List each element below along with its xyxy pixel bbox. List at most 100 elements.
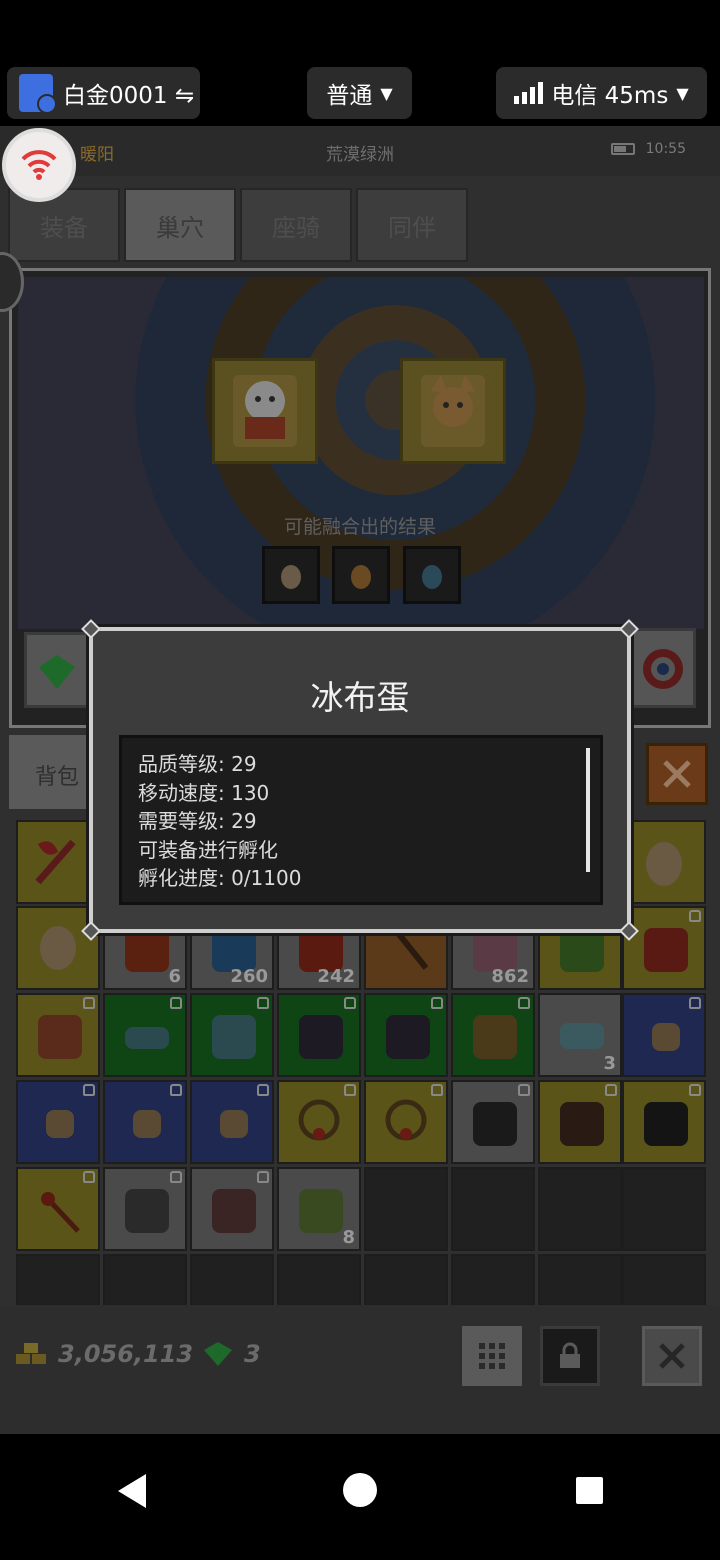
- inventory-slot[interactable]: [103, 993, 187, 1077]
- axe-icon: [35, 839, 76, 885]
- network-label: 电信 45ms: [551, 83, 669, 109]
- snowman-pet-icon: [233, 375, 297, 447]
- inventory-slot[interactable]: [16, 906, 100, 990]
- item-quantity: 8: [342, 1227, 355, 1248]
- result-slot-1[interactable]: [262, 546, 320, 604]
- inventory-slot[interactable]: [277, 993, 361, 1077]
- mode-label: 普通: [326, 83, 373, 109]
- item-stats-box[interactable]: 品质等级: 29 移动速度: 130 需要等级: 29 可装备进行孵化 孵化进度…: [119, 735, 603, 905]
- inventory-slot[interactable]: [622, 1167, 706, 1251]
- inventory-slot[interactable]: [364, 1254, 448, 1306]
- refresh-icon: [643, 649, 683, 689]
- ore-icon: [212, 1189, 256, 1233]
- lock-icon: [257, 1084, 269, 1096]
- back-icon[interactable]: [118, 1474, 146, 1508]
- inventory-slot[interactable]: [190, 1167, 274, 1251]
- inventory-slot[interactable]: [451, 1254, 535, 1306]
- glove-icon: [386, 1015, 430, 1059]
- home-icon[interactable]: [343, 1473, 377, 1507]
- item-detail-dialog: 冰布蛋 品质等级: 29 移动速度: 130 需要等级: 29 可装备进行孵化 …: [81, 619, 639, 941]
- inventory-slot[interactable]: [622, 820, 706, 904]
- dragon-pet-icon: [644, 928, 688, 972]
- inventory-slot[interactable]: [622, 993, 706, 1077]
- lock-icon: [344, 997, 356, 1009]
- inventory-slot[interactable]: [538, 1167, 622, 1251]
- account-label: 白金0001 ⇋: [63, 83, 195, 109]
- item-quantity: 260: [230, 966, 268, 987]
- feather-icon: [125, 928, 169, 972]
- inventory-slot[interactable]: [622, 1254, 706, 1306]
- inventory-slot[interactable]: [16, 1254, 100, 1306]
- lock-icon: [431, 1084, 443, 1096]
- lock-icon: [560, 1342, 580, 1368]
- gem-icon: [204, 1342, 232, 1366]
- result-slot-2[interactable]: [332, 546, 390, 604]
- battery-icon: [611, 143, 635, 155]
- wifi-float-button[interactable]: [2, 128, 76, 202]
- android-nav-bar: [0, 1434, 720, 1560]
- lock-icon: [257, 1171, 269, 1183]
- fusion-slot-left[interactable]: [212, 358, 318, 464]
- tab-mount[interactable]: 座骑: [240, 188, 352, 262]
- inventory-slot[interactable]: [16, 820, 100, 904]
- inventory-slot[interactable]: [622, 906, 706, 990]
- scroll-icon: [220, 1110, 248, 1138]
- chevron-down-icon: ▼: [380, 83, 393, 103]
- inventory-slot[interactable]: [538, 1080, 622, 1164]
- lock-button[interactable]: [540, 1326, 600, 1386]
- lock-icon: [518, 1084, 530, 1096]
- item-quantity: 6: [168, 966, 181, 987]
- inventory-slot[interactable]: [16, 1080, 100, 1164]
- goggles-icon: [125, 1027, 169, 1049]
- tab-nest[interactable]: 巢穴: [124, 188, 236, 262]
- tab-backpack[interactable]: 背包: [9, 735, 99, 809]
- inventory-slot[interactable]: [364, 1080, 448, 1164]
- egg-icon: [40, 926, 76, 970]
- recent-apps-icon[interactable]: [576, 1477, 603, 1504]
- account-icon: [19, 74, 57, 114]
- refresh-button[interactable]: [630, 628, 696, 708]
- item-quantity: 242: [317, 966, 355, 987]
- dialog-scrollbar[interactable]: [586, 748, 590, 872]
- inventory-slot[interactable]: [190, 993, 274, 1077]
- inventory-slot[interactable]: [277, 1080, 361, 1164]
- inventory-slot[interactable]: 8: [277, 1167, 361, 1251]
- inventory-slot[interactable]: [451, 1080, 535, 1164]
- inventory-slot[interactable]: [451, 1167, 535, 1251]
- scroll-icon: [652, 1023, 680, 1051]
- backpack-close-button[interactable]: [646, 743, 708, 805]
- gold-amount: 3,056,113: [58, 1340, 194, 1368]
- inventory-slot[interactable]: [451, 993, 535, 1077]
- inventory-slot[interactable]: [103, 1080, 187, 1164]
- inventory-slot[interactable]: [103, 1167, 187, 1251]
- result-slot-3[interactable]: [403, 546, 461, 604]
- account-switch-button[interactable]: 白金0001 ⇋: [7, 67, 200, 119]
- dialog-title: 冰布蛋: [310, 678, 410, 717]
- inventory-slot[interactable]: [364, 993, 448, 1077]
- inventory-slot[interactable]: [103, 1254, 187, 1306]
- scroll-icon: [133, 1110, 161, 1138]
- grid-view-button[interactable]: [462, 1326, 522, 1386]
- gem-button[interactable]: [24, 632, 90, 708]
- inventory-slot[interactable]: [190, 1254, 274, 1306]
- inventory-slot[interactable]: [364, 1167, 448, 1251]
- clock-time: 10:55: [645, 141, 686, 157]
- lock-icon: [605, 1084, 617, 1096]
- lock-icon: [689, 910, 701, 922]
- network-dropdown[interactable]: 电信 45ms ▼: [496, 67, 707, 119]
- inventory-slot[interactable]: [16, 993, 100, 1077]
- gold-icon: [16, 1343, 46, 1364]
- signal-icon: [514, 82, 544, 104]
- inventory-slot[interactable]: [622, 1080, 706, 1164]
- book-icon: [38, 1015, 82, 1059]
- inventory-slot[interactable]: 3: [538, 993, 622, 1077]
- inventory-slot[interactable]: [277, 1254, 361, 1306]
- tab-companion[interactable]: 同伴: [356, 188, 468, 262]
- mode-dropdown[interactable]: 普通 ▼: [307, 67, 412, 119]
- inventory-slot[interactable]: [16, 1167, 100, 1251]
- inventory-slot[interactable]: [538, 1254, 622, 1306]
- close-button[interactable]: [642, 1326, 702, 1386]
- inventory-slot[interactable]: [190, 1080, 274, 1164]
- fish-icon: [560, 1023, 604, 1049]
- fusion-slot-right[interactable]: [400, 358, 506, 464]
